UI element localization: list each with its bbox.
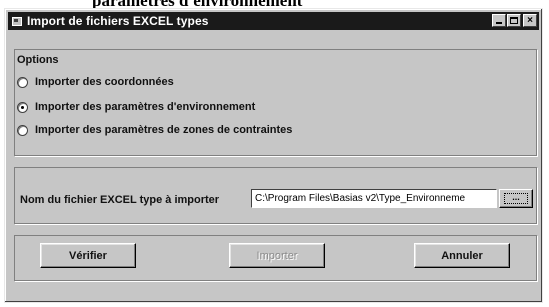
radio-label-constraint-zones: Importer des paramètres de zones de cont…	[35, 124, 293, 136]
browse-button[interactable]: ...	[499, 189, 533, 208]
radio-label-environment: Importer des paramètres d'environnement	[35, 101, 256, 113]
minimize-button[interactable]	[492, 14, 506, 27]
file-path-input[interactable]	[251, 189, 497, 208]
radio-icon[interactable]	[17, 124, 28, 136]
radio-icon[interactable]	[17, 76, 28, 88]
radio-import-environment-params[interactable]: Importer des paramètres d'environnement	[17, 101, 255, 113]
radio-label-coordinates: Importer des coordonnées	[35, 76, 174, 88]
window-title: Import de fichiers EXCEL types	[27, 14, 209, 28]
app-icon	[12, 16, 22, 26]
radio-checked-icon[interactable]	[17, 101, 28, 113]
radio-import-coordinates[interactable]: Importer des coordonnées	[17, 76, 174, 88]
import-button[interactable]: Importer	[229, 243, 325, 268]
import-dialog: Import de fichiers EXCEL types × Options…	[4, 8, 543, 303]
file-name-label: Nom du fichier EXCEL type à importer	[20, 194, 220, 206]
verify-button[interactable]: Vérifier	[40, 243, 136, 268]
radio-import-constraint-zones[interactable]: Importer des paramètres de zones de cont…	[17, 124, 292, 136]
close-button[interactable]: ×	[523, 14, 537, 27]
options-legend: Options	[15, 54, 61, 66]
cancel-button[interactable]: Annuler	[414, 243, 510, 268]
bottom-strip	[14, 287, 537, 303]
title-bar[interactable]: Import de fichiers EXCEL types ×	[8, 12, 539, 30]
browse-button-label: ...	[504, 193, 528, 204]
maximize-button[interactable]	[507, 14, 521, 27]
